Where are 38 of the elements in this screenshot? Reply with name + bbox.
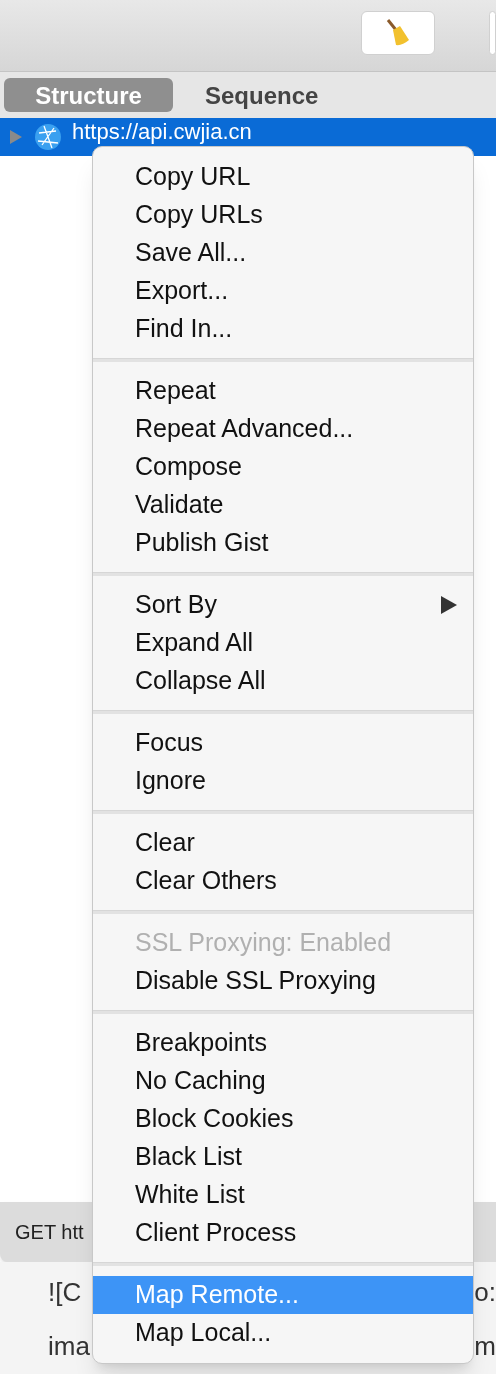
submenu-arrow-icon [441,596,457,614]
menu-item[interactable]: Map Local... [93,1314,473,1352]
document-text: ![C [48,1276,82,1309]
menu-item[interactable]: Repeat Advanced... [93,410,473,448]
menu-item[interactable]: Copy URLs [93,196,473,234]
menu-item[interactable]: No Caching [93,1062,473,1100]
document-text: o: [474,1276,496,1309]
menu-item[interactable]: Compose [93,448,473,486]
menu-item[interactable]: Clear Others [93,862,473,900]
menu-item[interactable]: Repeat [93,372,473,410]
globe-icon [34,123,62,151]
menu-item[interactable]: Collapse All [93,662,473,700]
document-text: m [474,1330,496,1363]
menu-item[interactable]: Clear [93,824,473,862]
menu-item[interactable]: Expand All [93,624,473,662]
menu-item[interactable]: Publish Gist [93,524,473,562]
document-text: ima [48,1330,90,1363]
menu-item[interactable]: Client Process [93,1214,473,1252]
menu-item[interactable]: Save All... [93,234,473,272]
clear-button[interactable] [361,11,435,55]
host-url: https://api.cwjia.cn [72,121,252,143]
menu-item[interactable]: Block Cookies [93,1100,473,1138]
menu-item[interactable]: Focus [93,724,473,762]
menu-item[interactable]: Sort By [93,586,473,624]
menu-item[interactable]: Find In... [93,310,473,348]
menu-item[interactable]: Black List [93,1138,473,1176]
tab[interactable]: Sequence [197,78,327,112]
broom-icon [384,18,412,48]
menu-item[interactable]: Ignore [93,762,473,800]
toolbar-button[interactable] [489,11,496,55]
menu-item[interactable]: Validate [93,486,473,524]
menu-item[interactable]: Copy URL [93,158,473,196]
menu-item[interactable]: Export... [93,272,473,310]
menu-item[interactable]: Disable SSL Proxying [93,962,473,1000]
menu-item[interactable]: White List [93,1176,473,1214]
disclosure-triangle-icon[interactable] [8,129,24,145]
menu-item[interactable]: Breakpoints [93,1024,473,1062]
status-text: GET htt [15,1220,84,1245]
